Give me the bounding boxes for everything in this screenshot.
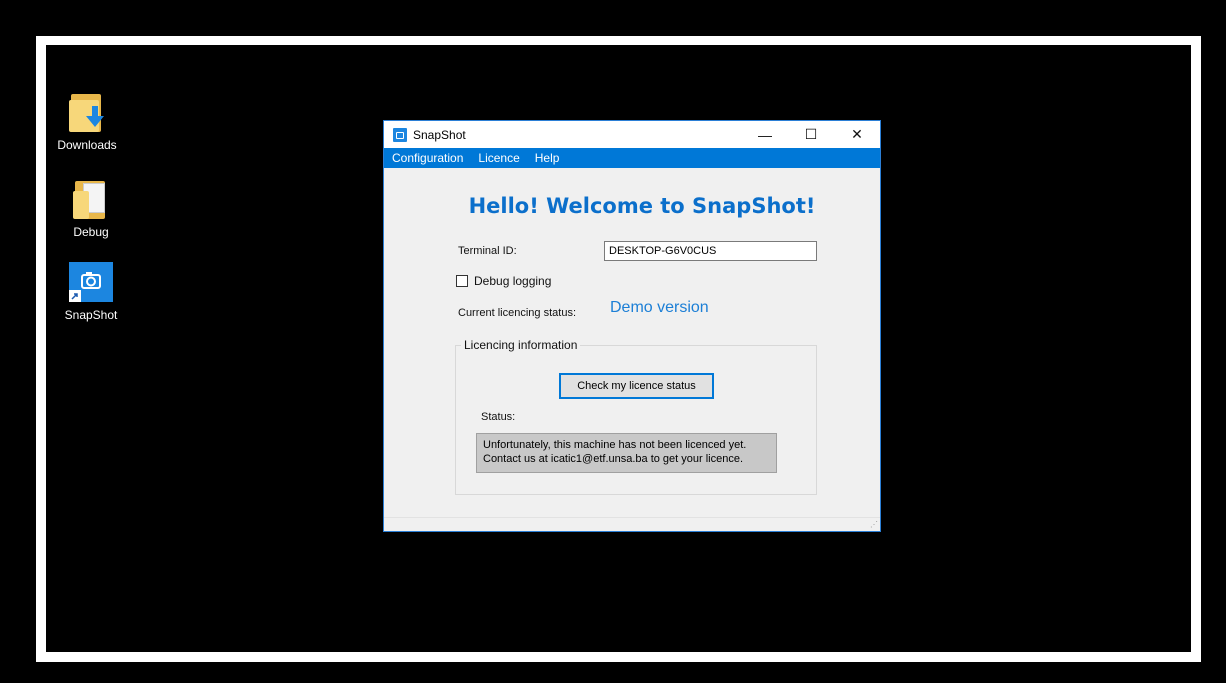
group-legend: Licencing information (461, 338, 581, 352)
debug-logging-label: Debug logging (474, 274, 552, 288)
check-licence-button[interactable]: Check my licence status (559, 373, 714, 399)
desktop-icon-debug[interactable]: Debug (54, 177, 128, 239)
menu-bar: Configuration Licence Help (384, 148, 880, 168)
desktop-icon-downloads[interactable]: Downloads (50, 90, 124, 152)
menu-configuration[interactable]: Configuration (392, 151, 463, 165)
terminal-id-field[interactable] (604, 241, 817, 261)
status-bar: ⋰ (384, 517, 880, 531)
folder-icon (71, 177, 111, 221)
status-message-line: Contact us at icatic1@etf.unsa.ba to get… (483, 453, 744, 465)
desktop-icon-label: Downloads (57, 138, 117, 152)
desktop-icon-snapshot[interactable]: SnapShot (54, 262, 128, 322)
minimize-button[interactable]: — (742, 121, 788, 148)
licencing-information-group: Licencing information Check my licence s… (455, 338, 817, 495)
terminal-id-label: Terminal ID: (458, 245, 517, 257)
close-button[interactable]: ✕ (834, 121, 880, 148)
menu-licence[interactable]: Licence (478, 151, 519, 165)
debug-logging-option[interactable]: Debug logging (456, 274, 551, 288)
desktop-icon-label: Debug (73, 225, 109, 239)
maximize-button[interactable]: ☐ (788, 121, 834, 148)
menu-help[interactable]: Help (535, 151, 560, 165)
status-label: Status: (481, 411, 516, 423)
screen-frame: Downloads Debug SnapShot SnapShot — ☐ ✕ … (0, 0, 1226, 683)
camera-app-icon (393, 127, 407, 142)
resize-grip-icon[interactable]: ⋰ (870, 520, 878, 529)
status-message-box: Unfortunately, this machine has not been… (476, 433, 777, 473)
title-bar[interactable]: SnapShot — ☐ ✕ (384, 121, 880, 148)
main-content: Hello! Welcome to SnapShot! Terminal ID:… (384, 168, 880, 511)
snapshot-window: SnapShot — ☐ ✕ Configuration Licence Hel… (384, 121, 880, 531)
licencing-status-value: Demo version (610, 299, 709, 316)
desktop-icon-label: SnapShot (64, 308, 118, 322)
welcome-heading: Hello! Welcome to SnapShot! (468, 194, 816, 218)
camera-app-icon (69, 262, 113, 302)
licencing-status-label: Current licencing status: (458, 307, 576, 319)
status-message-line: Unfortunately, this machine has not been… (483, 439, 747, 451)
shortcut-arrow-icon (69, 290, 81, 302)
folder-download-icon (67, 90, 107, 134)
debug-logging-checkbox[interactable] (456, 275, 468, 287)
window-title: SnapShot (413, 127, 466, 142)
